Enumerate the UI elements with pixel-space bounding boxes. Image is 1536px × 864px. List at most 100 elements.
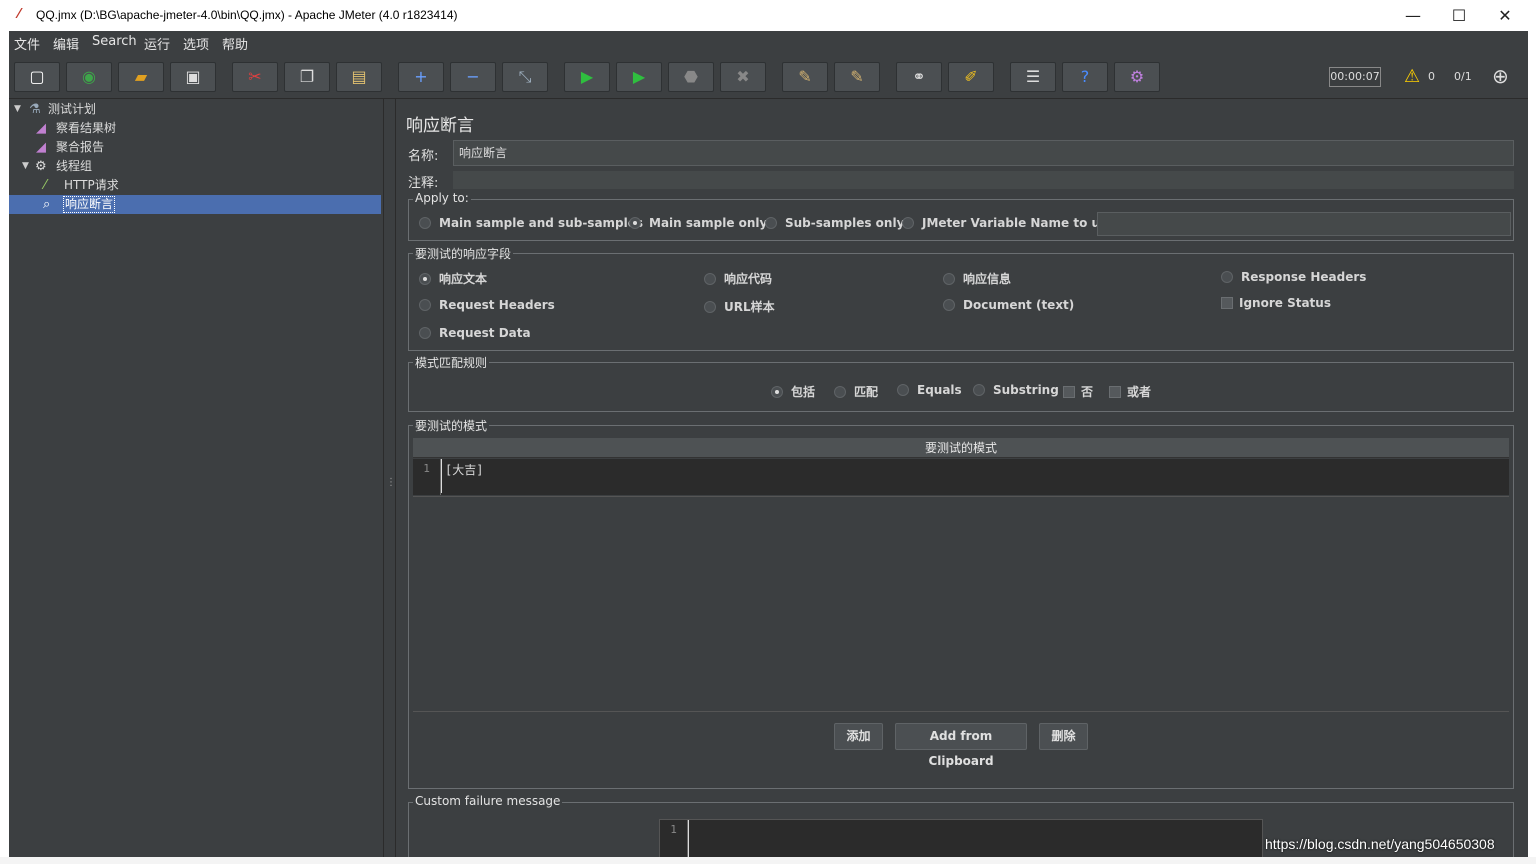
name-field[interactable]: 响应断言 [453, 140, 1514, 166]
menu-edit[interactable]: 编辑 [53, 34, 79, 53]
radio-icon [629, 217, 641, 229]
magnifier-icon: ⌕ [43, 197, 51, 212]
menu-options[interactable]: 选项 [183, 34, 209, 53]
menu-file[interactable]: 文件 [14, 34, 40, 53]
field-request-data-radio[interactable]: Request Data [419, 326, 531, 340]
background-window-edge [1528, 31, 1536, 857]
radio-icon [419, 273, 431, 285]
apply-variable-radio[interactable]: JMeter Variable Name to use [902, 216, 1115, 230]
tree-item-thread-group[interactable]: ▼ ⚙ 线程组 [9, 157, 381, 176]
close-button[interactable]: ✕ [1482, 0, 1528, 31]
name-label: 名称: [408, 149, 439, 164]
add-button[interactable]: 添加 [834, 723, 883, 750]
tree-item-test-plan[interactable]: ▼ ⚗ 测试计划 [9, 100, 381, 119]
checkbox-icon [1109, 386, 1121, 398]
shutdown-icon[interactable]: ✖ [720, 62, 766, 92]
pattern-editor[interactable]: 1 [大吉] [413, 459, 1509, 495]
start-no-pause-icon[interactable]: ▶ [616, 62, 662, 92]
ignore-status-checkbox[interactable]: Ignore Status [1221, 296, 1331, 310]
field-request-headers-radio[interactable]: Request Headers [419, 298, 555, 312]
warning-count: 0 [1428, 70, 1435, 83]
cut-icon[interactable]: ✂ [232, 62, 278, 92]
copy-icon[interactable]: ❐ [284, 62, 330, 92]
apply-sub-only-radio[interactable]: Sub-samples only [765, 216, 904, 230]
rule-or-checkbox[interactable]: 或者 [1109, 383, 1151, 400]
function-helper-icon[interactable]: ☰ [1010, 62, 1056, 92]
save-icon[interactable]: ▣ [170, 62, 216, 92]
reset-search-icon[interactable]: ✐ [948, 62, 994, 92]
toggle-icon[interactable]: ⤡ [502, 62, 548, 92]
tree-item-response-assertion[interactable]: ⌕ 响应断言 [9, 195, 381, 214]
rule-substring-radio[interactable]: Substring [973, 383, 1059, 397]
variable-name-input[interactable] [1097, 212, 1511, 236]
clear-icon[interactable]: ✎ [782, 62, 828, 92]
field-response-headers-radio[interactable]: Response Headers [1221, 270, 1366, 284]
apply-to-group: Apply to: Main sample and sub-samples Ma… [408, 191, 1514, 241]
chart-icon: ◢ [36, 140, 46, 155]
open-icon[interactable]: ▰ [118, 62, 164, 92]
window-title: QQ.jmx (D:\BG\apache-jmeter-4.0\bin\QQ.j… [36, 8, 458, 22]
start-icon[interactable]: ▶ [564, 62, 610, 92]
templates-icon[interactable]: ◉ [66, 62, 112, 92]
radio-icon [1221, 271, 1233, 283]
minimize-button[interactable]: — [1390, 0, 1436, 31]
add-from-clipboard-button[interactable]: Add from Clipboard [895, 723, 1027, 768]
maximize-button[interactable]: ☐ [1436, 0, 1482, 31]
remote-icon[interactable]: ⚙ [1114, 62, 1160, 92]
gear-icon: ⚙ [35, 159, 47, 174]
field-url-sample-radio[interactable]: URL样本 [704, 298, 775, 315]
rule-contains-radio[interactable]: 包括 [771, 383, 815, 400]
line-number: 1 [660, 820, 688, 857]
radio-icon [419, 327, 431, 339]
new-icon[interactable]: ▢ [14, 62, 60, 92]
radio-icon [943, 299, 955, 311]
menu-search[interactable]: Search [92, 34, 137, 49]
pattern-rules-group: 模式匹配规则 包括 匹配 Equals Substring 否 或者 [408, 354, 1514, 412]
expand-icon[interactable]: + [398, 62, 444, 92]
warning-icon[interactable]: ⚠ [1404, 66, 1420, 87]
rule-equals-radio[interactable]: Equals [897, 383, 962, 397]
tree-item-aggregate-report[interactable]: ◢ 聚合报告 [9, 138, 381, 157]
radio-icon [943, 273, 955, 285]
pattern-list-area[interactable] [413, 496, 1509, 712]
comment-field[interactable] [453, 171, 1514, 189]
assertion-panel: 响应断言 名称: 响应断言 注释: Apply to: Main sample … [395, 99, 1528, 857]
field-document-text-radio[interactable]: Document (text) [943, 298, 1074, 312]
tree-item-http-request[interactable]: ⁄ HTTP请求 [9, 176, 381, 195]
clear-all-icon[interactable]: ✎ [834, 62, 880, 92]
remote-status-icon[interactable]: ⊕ [1492, 64, 1509, 88]
paste-icon[interactable]: ▤ [336, 62, 382, 92]
chart-icon: ◢ [36, 121, 46, 136]
menu-run[interactable]: 运行 [144, 34, 170, 53]
response-field-group: 要测试的响应字段 响应文本 响应代码 响应信息 Response Headers… [408, 245, 1514, 351]
rule-matches-radio[interactable]: 匹配 [834, 383, 878, 400]
apply-main-and-sub-radio[interactable]: Main sample and sub-samples [419, 216, 643, 230]
field-response-code-radio[interactable]: 响应代码 [704, 270, 772, 287]
radio-icon [834, 386, 846, 398]
collapse-icon[interactable]: − [450, 62, 496, 92]
apply-main-only-radio[interactable]: Main sample only [629, 216, 767, 230]
field-response-message-radio[interactable]: 响应信息 [943, 270, 1011, 287]
taskbar-edge [0, 857, 1536, 864]
delete-button[interactable]: 删除 [1039, 723, 1088, 750]
radio-icon [419, 299, 431, 311]
radio-icon [765, 217, 777, 229]
expand-caret-icon[interactable]: ▼ [22, 157, 29, 176]
failure-message-editor[interactable]: 1 [659, 819, 1263, 857]
caret [441, 459, 442, 493]
rule-not-checkbox[interactable]: 否 [1063, 383, 1093, 400]
menu-help[interactable]: 帮助 [222, 34, 248, 53]
radio-icon [973, 384, 985, 396]
radio-icon [704, 273, 716, 285]
expand-caret-icon[interactable]: ▼ [14, 100, 21, 119]
tree-item-results-tree[interactable]: ◢ 察看结果树 [9, 119, 381, 138]
field-response-text-radio[interactable]: 响应文本 [419, 270, 487, 287]
patterns-group: 要测试的模式 要测试的模式 1 [大吉] 添加 Add from Clipboa… [408, 417, 1514, 789]
radio-icon [419, 217, 431, 229]
page-title: 响应断言 [406, 116, 474, 136]
help-icon[interactable]: ? [1062, 62, 1108, 92]
stop-icon[interactable]: ⬣ [668, 62, 714, 92]
search-icon[interactable]: ⚭ [896, 62, 942, 92]
caret [688, 820, 689, 857]
splitter[interactable]: ⋮ [384, 99, 396, 857]
